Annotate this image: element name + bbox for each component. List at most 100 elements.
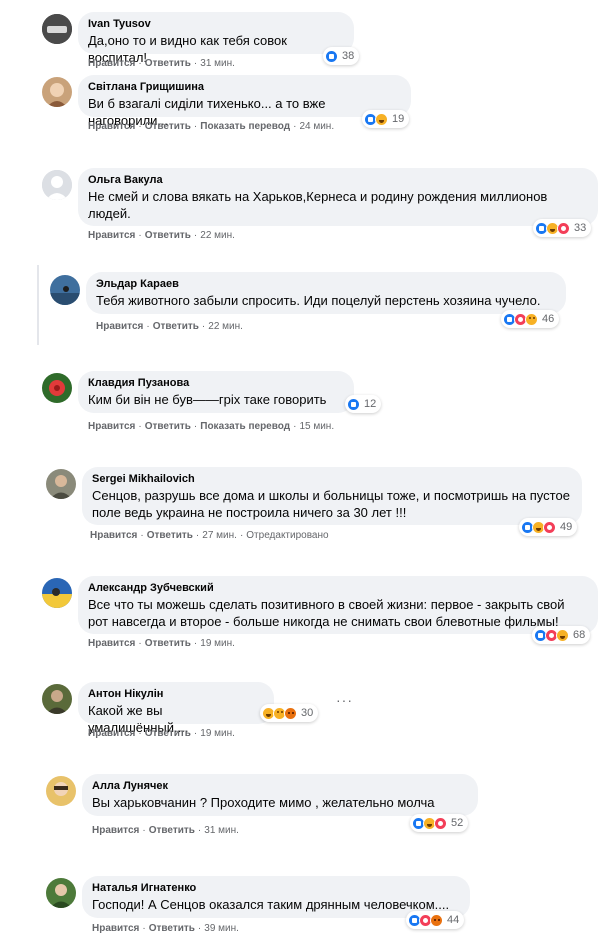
like-link[interactable]: Нравится xyxy=(92,923,139,934)
reactions-summary[interactable]: 52 xyxy=(410,814,469,832)
timestamp[interactable]: 22 мин. xyxy=(200,230,235,241)
separator: · xyxy=(138,121,142,132)
reactions-summary[interactable]: 19 xyxy=(362,110,410,128)
love-reaction-icon xyxy=(557,221,570,235)
avatar-natalia-icon xyxy=(46,878,76,908)
comment-actions: Нравится · Ответить · 19 мин. xyxy=(88,638,235,650)
comment-author[interactable]: Ольга Вакула xyxy=(88,173,588,188)
comment-author[interactable]: Алла Лунячек xyxy=(92,779,468,794)
comment-bubble: Ольга Вакула Не смей и слова вякать на Х… xyxy=(78,168,598,226)
comment-actions: Нравится · Ответить · 27 мин. · Отредактирован… xyxy=(90,530,329,542)
comment-actions: Нравится · Ответить · 22 мин. xyxy=(96,321,243,333)
timestamp[interactable]: 27 мин. xyxy=(202,530,237,541)
reaction-count: 46 xyxy=(542,313,555,325)
reactions-summary[interactable]: 68 xyxy=(532,626,591,644)
reply-link[interactable]: Ответить xyxy=(145,421,191,432)
avatar[interactable] xyxy=(42,14,72,44)
separator: · xyxy=(197,923,202,934)
comment-actions: Нравится · Ответить · Показать перевод · 15 ми… xyxy=(88,421,334,433)
like-link[interactable]: Нравится xyxy=(88,638,135,649)
avatar[interactable] xyxy=(46,776,76,806)
timestamp[interactable]: 31 мин. xyxy=(200,58,235,69)
comment-author[interactable]: Клавдия Пузанова xyxy=(88,376,344,391)
reactions-summary[interactable]: 38 xyxy=(323,47,360,65)
separator: · xyxy=(293,421,297,432)
comment-actions: Нравится · Ответить · Показать перевод · 24 ми… xyxy=(88,121,334,133)
reply-link[interactable]: Ответить xyxy=(145,230,191,241)
comment-author[interactable]: Александр Зубчевский xyxy=(88,581,588,596)
reply-link[interactable]: Ответить xyxy=(149,825,195,836)
separator: · xyxy=(140,530,144,541)
like-link[interactable]: Нравится xyxy=(88,230,135,241)
reply-link[interactable]: Ответить xyxy=(149,923,195,934)
avatar[interactable] xyxy=(42,578,72,608)
reply-link[interactable]: Ответить xyxy=(145,121,191,132)
separator: · xyxy=(193,421,198,432)
reactions-summary[interactable]: 33 xyxy=(533,219,592,237)
comment-author[interactable]: Антон Нікулін xyxy=(88,687,264,702)
avatar-eldar-icon xyxy=(50,275,80,305)
reply-link[interactable]: Ответить xyxy=(145,638,191,649)
reactions-summary[interactable]: 49 xyxy=(519,518,578,536)
avatar[interactable] xyxy=(50,275,80,305)
comment-author[interactable]: Світлана Грищишина xyxy=(88,80,401,95)
avatar[interactable] xyxy=(46,469,76,499)
separator: · xyxy=(239,530,244,541)
separator: · xyxy=(138,638,142,649)
comment-author[interactable]: Наталья Игнатенко xyxy=(92,881,460,896)
reply-link[interactable]: Ответить xyxy=(147,530,193,541)
more-options-icon[interactable]: ··· xyxy=(336,692,353,708)
separator: · xyxy=(193,638,198,649)
separator: · xyxy=(193,121,198,132)
timestamp[interactable]: 39 мин. xyxy=(204,923,239,934)
avatar[interactable] xyxy=(42,373,72,403)
like-link[interactable]: Нравится xyxy=(92,825,139,836)
reactions-summary[interactable]: 46 xyxy=(501,310,560,328)
timestamp[interactable]: 24 мин. xyxy=(299,121,334,132)
like-link[interactable]: Нравится xyxy=(96,321,143,332)
avatar[interactable] xyxy=(42,170,72,200)
separator: · xyxy=(293,121,297,132)
comment-author[interactable]: Эльдар Караев xyxy=(96,277,556,292)
comment-author[interactable]: Ivan Tyusov xyxy=(88,17,344,32)
like-link[interactable]: Нравится xyxy=(88,58,135,69)
edited-label[interactable]: Отредактировано xyxy=(246,530,328,541)
reactions-summary[interactable]: 30 xyxy=(260,704,319,722)
separator: · xyxy=(195,530,200,541)
like-link[interactable]: Нравится xyxy=(88,121,135,132)
like-link[interactable]: Нравится xyxy=(88,421,135,432)
separator: · xyxy=(193,58,198,69)
love-reaction-icon xyxy=(543,520,556,534)
timestamp[interactable]: 22 мин. xyxy=(208,321,243,332)
like-link[interactable]: Нравится xyxy=(90,530,137,541)
like-link[interactable]: Нравится xyxy=(88,728,135,739)
angry-reaction-icon xyxy=(430,913,443,927)
timestamp[interactable]: 19 мин. xyxy=(200,728,235,739)
default-avatar-icon xyxy=(42,170,72,200)
show-translation-link[interactable]: Показать перевод xyxy=(200,421,290,432)
haha-reaction-icon xyxy=(375,112,388,126)
avatar[interactable] xyxy=(46,878,76,908)
comment-bubble: Клавдия Пузанова Ким би він не був——гріх… xyxy=(78,371,354,413)
comment-text: Вы харьковчанин ? Проходите мимо , желат… xyxy=(92,795,435,810)
reply-link[interactable]: Ответить xyxy=(145,58,191,69)
reply-link[interactable]: Ответить xyxy=(145,728,191,739)
comment-bubble: Эльдар Караев Тебя животного забыли спро… xyxy=(86,272,566,314)
comment-actions: Нравится · Ответить · 39 мин. xyxy=(92,923,239,935)
timestamp[interactable]: 15 мин. xyxy=(299,421,334,432)
reaction-count: 52 xyxy=(451,817,464,829)
comment-text: Тебя животного забыли спросить. Иди поце… xyxy=(96,293,541,308)
avatar[interactable] xyxy=(42,684,72,714)
love-reaction-icon xyxy=(434,816,447,830)
reply-link[interactable]: Ответить xyxy=(153,321,199,332)
comment-text: Господи! А Сенцов оказался таким дрянным… xyxy=(92,897,450,912)
reaction-count: 38 xyxy=(342,50,355,62)
reactions-summary[interactable]: 44 xyxy=(406,911,465,929)
show-translation-link[interactable]: Показать перевод xyxy=(200,121,290,132)
comment-author[interactable]: Sergei Mikhailovich xyxy=(92,472,572,487)
comment-text: Не смей и слова вякать на Харьков,Кернес… xyxy=(88,189,548,221)
avatar[interactable] xyxy=(42,77,72,107)
reactions-summary[interactable]: 12 xyxy=(345,395,382,413)
timestamp[interactable]: 19 мин. xyxy=(200,638,235,649)
timestamp[interactable]: 31 мин. xyxy=(204,825,239,836)
